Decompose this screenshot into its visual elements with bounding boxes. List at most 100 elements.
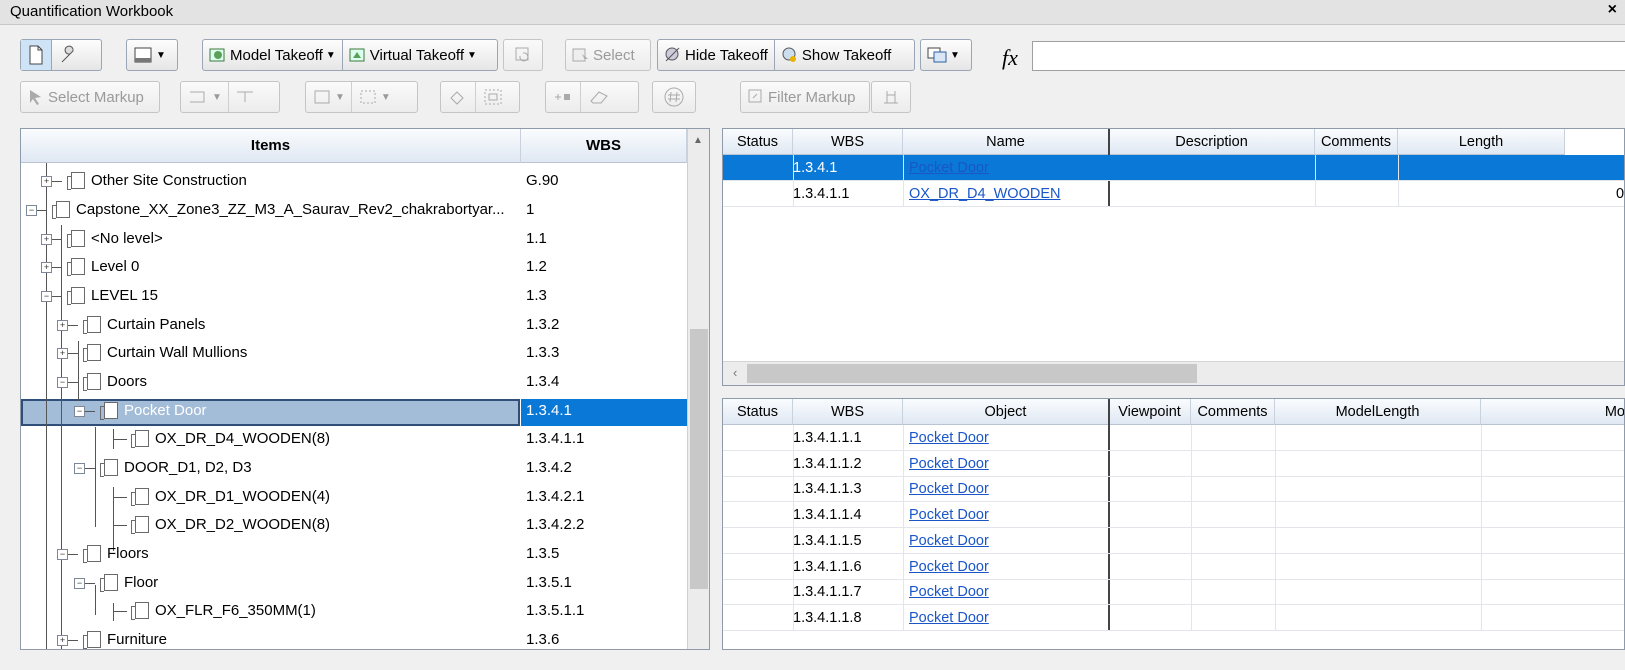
- grid-row[interactable]: [723, 181, 1624, 207]
- tree-item-wbs: G.90: [526, 172, 559, 189]
- panel-icon: [134, 47, 152, 63]
- collapse-icon[interactable]: −: [74, 406, 85, 417]
- area-button[interactable]: ▼: [306, 82, 351, 112]
- column-header[interactable]: Viewpoint: [1109, 399, 1191, 425]
- tree-item-wbs: 1.3.5: [526, 545, 560, 562]
- bucket-area-button[interactable]: ▼: [350, 82, 397, 112]
- tree-row[interactable]: + Curtain Wall Mullions 1.3.3: [21, 339, 686, 368]
- tree-row[interactable]: − DOOR_D1, D2, D3 1.3.4.2: [21, 454, 686, 483]
- tree-row[interactable]: + <No level> 1.1: [21, 225, 686, 254]
- scrollbar-thumb[interactable]: [747, 364, 1197, 383]
- expand-icon[interactable]: +: [57, 348, 68, 359]
- grid-cell-object-link[interactable]: Pocket Door: [909, 533, 989, 549]
- grid-cell-object-link[interactable]: Pocket Door: [909, 507, 989, 523]
- tree-row[interactable]: − LEVEL 15 1.3: [21, 282, 686, 311]
- column-header[interactable]: Name: [903, 129, 1109, 155]
- markup-settings-button[interactable]: [871, 81, 911, 113]
- tree-row[interactable]: OX_FLR_F6_350MM(1) 1.3.5.1.1: [21, 597, 686, 626]
- split-button[interactable]: [227, 82, 261, 112]
- expand-icon[interactable]: +: [41, 176, 52, 187]
- show-takeoff-button[interactable]: Show Takeoff: [773, 40, 898, 70]
- column-header[interactable]: Comments: [1191, 399, 1275, 425]
- column-header[interactable]: Status: [723, 129, 793, 155]
- settings-button[interactable]: [51, 40, 84, 70]
- collapse-icon[interactable]: −: [57, 377, 68, 388]
- column-header[interactable]: Length: [1398, 129, 1565, 155]
- scrollbar-thumb[interactable]: [690, 329, 708, 589]
- expand-icon[interactable]: +: [41, 262, 52, 273]
- column-header[interactable]: Object: [903, 399, 1109, 425]
- items-column-header[interactable]: Items: [21, 129, 521, 163]
- panel-layout-button[interactable]: ▼: [126, 39, 178, 71]
- column-header[interactable]: Comments: [1315, 129, 1398, 155]
- eraser-button[interactable]: [580, 82, 617, 112]
- collapse-icon[interactable]: −: [74, 463, 85, 474]
- expand-icon[interactable]: +: [57, 320, 68, 331]
- collapse-icon[interactable]: −: [74, 578, 85, 589]
- tree-row[interactable]: + Curtain Panels 1.3.2: [21, 311, 686, 340]
- select-button[interactable]: Select: [565, 39, 651, 71]
- grid-cell-object-link[interactable]: Pocket Door: [909, 456, 989, 472]
- tree-row[interactable]: OX_DR_D2_WOODEN(8) 1.3.4.2.2: [21, 511, 686, 540]
- grid-cell-object-link[interactable]: Pocket Door: [909, 610, 989, 626]
- column-header[interactable]: Status: [723, 399, 793, 425]
- select-markup-button[interactable]: Select Markup: [20, 81, 160, 113]
- close-icon[interactable]: ×: [1608, 1, 1617, 19]
- column-header[interactable]: Description: [1109, 129, 1315, 155]
- tree-row[interactable]: + Level 0 1.2: [21, 253, 686, 282]
- collapse-icon[interactable]: −: [57, 549, 68, 560]
- grid-cell-object-link[interactable]: Pocket Door: [909, 481, 989, 497]
- expand-icon[interactable]: +: [57, 635, 68, 646]
- tree-row[interactable]: OX_DR_D4_WOODEN(8) 1.3.4.1.1: [21, 425, 686, 454]
- tree-row[interactable]: OX_DR_D1_WOODEN(4) 1.3.4.2.1: [21, 483, 686, 512]
- refresh-button[interactable]: [503, 39, 543, 71]
- grid-cell-name-link[interactable]: Pocket Door: [909, 160, 989, 176]
- grid-cell-object-link[interactable]: Pocket Door: [909, 430, 989, 446]
- wbs-column-header[interactable]: WBS: [521, 129, 687, 163]
- tree-item-wbs: 1.3.4.1.1: [526, 430, 585, 447]
- tree-row[interactable]: − Capstone_XX_Zone3_ZZ_M3_A_Saurav_Rev2_c…: [21, 196, 686, 225]
- formula-input[interactable]: [1032, 41, 1625, 71]
- fill-button[interactable]: [441, 82, 475, 112]
- tree-item-wbs: 1.3.3: [526, 344, 560, 361]
- tree-row[interactable]: − Doors 1.3.4: [21, 368, 686, 397]
- chevron-down-icon: ▼: [325, 49, 336, 61]
- tree-row[interactable]: + Furniture 1.3.6: [21, 626, 686, 649]
- column-header[interactable]: WBS: [793, 399, 903, 425]
- polyline-button[interactable]: ▼: [181, 82, 228, 112]
- grid-cell-object-link[interactable]: Pocket Door: [909, 584, 989, 600]
- grid-cell-name-link[interactable]: OX_DR_D4_WOODEN: [909, 186, 1060, 202]
- views-button[interactable]: ▼: [920, 39, 972, 71]
- count-button[interactable]: [652, 81, 696, 113]
- column-header[interactable]: WBS: [793, 129, 903, 155]
- tree-row[interactable]: − Floors 1.3.5: [21, 540, 686, 569]
- polyline-icon: [190, 91, 205, 103]
- tree-item-label: Floors: [107, 545, 149, 562]
- collapse-icon[interactable]: −: [26, 205, 37, 216]
- views-icon: [927, 47, 947, 63]
- grid-cell-object-link[interactable]: Pocket Door: [909, 559, 989, 575]
- expand-icon[interactable]: +: [41, 234, 52, 245]
- scroll-up-icon[interactable]: ▲: [693, 135, 703, 146]
- model-takeoff-icon: [209, 48, 225, 62]
- new-document-button[interactable]: [21, 40, 51, 70]
- top-grid-scrollbar[interactable]: ‹: [723, 361, 1624, 385]
- collapse-icon[interactable]: −: [41, 291, 52, 302]
- grid-row[interactable]: [723, 155, 1624, 181]
- virtual-takeoff-button[interactable]: Virtual Takeoff ▼: [341, 40, 483, 70]
- tree-row[interactable]: + Other Site Construction G.90: [21, 167, 686, 196]
- tree-row[interactable]: − Floor 1.3.5.1: [21, 569, 686, 598]
- column-header[interactable]: Mo: [1481, 399, 1624, 425]
- tree-scrollbar[interactable]: ▲: [687, 129, 709, 649]
- tree-row[interactable]: − Pocket Door 1.3.4.1: [21, 397, 686, 426]
- hide-takeoff-button[interactable]: Hide Takeoff: [658, 40, 774, 70]
- document-icon: [100, 459, 118, 477]
- scroll-left-icon[interactable]: ‹: [733, 365, 737, 380]
- model-takeoff-button[interactable]: Model Takeoff ▼: [203, 40, 342, 70]
- add-count-button[interactable]: [546, 82, 580, 112]
- box-select-button[interactable]: [475, 82, 510, 112]
- tree-item-label: Level 0: [91, 258, 140, 275]
- filter-markup-button[interactable]: Filter Markup: [740, 81, 870, 113]
- column-header[interactable]: ModelLength: [1275, 399, 1481, 425]
- select-icon: [572, 48, 588, 62]
